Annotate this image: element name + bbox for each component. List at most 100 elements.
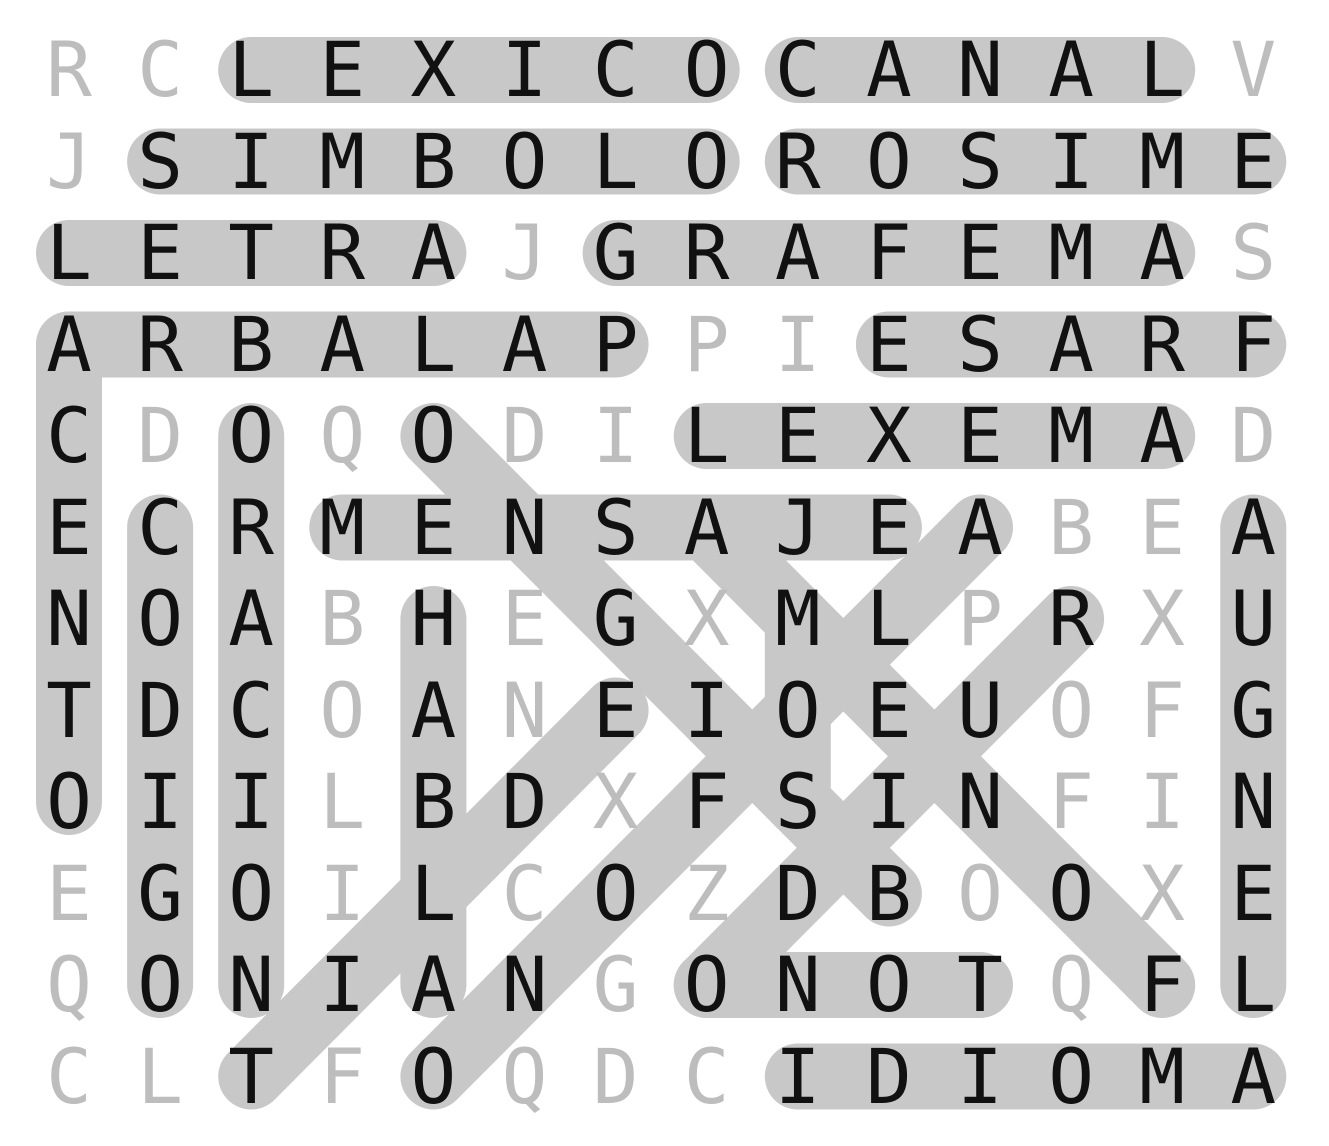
grid-cell[interactable]: A xyxy=(1116,207,1208,299)
grid-cell[interactable]: E xyxy=(1207,848,1299,940)
grid-cell[interactable]: O xyxy=(1025,665,1117,757)
grid-cell[interactable]: E xyxy=(934,207,1026,299)
grid-cell[interactable]: R xyxy=(661,207,753,299)
grid-cell[interactable]: I xyxy=(205,116,297,208)
grid-cell[interactable]: U xyxy=(1207,573,1299,665)
grid-cell[interactable]: Z xyxy=(661,848,753,940)
grid-cell[interactable]: O xyxy=(479,116,571,208)
grid-cell[interactable]: A xyxy=(1207,482,1299,574)
grid-cell[interactable]: F xyxy=(1116,939,1208,1031)
grid-cell[interactable]: O xyxy=(387,1031,479,1123)
grid-cell[interactable]: M xyxy=(296,116,388,208)
grid-cell[interactable]: D xyxy=(114,665,206,757)
grid-cell[interactable]: E xyxy=(479,573,571,665)
grid-cell[interactable]: A xyxy=(479,299,571,391)
grid-cell[interactable]: S xyxy=(752,756,844,848)
grid-cell[interactable]: D xyxy=(1207,390,1299,482)
grid-cell[interactable]: C xyxy=(570,24,662,116)
grid-cell[interactable]: I xyxy=(479,24,571,116)
grid-cell[interactable]: F xyxy=(1025,756,1117,848)
grid-cell[interactable]: G xyxy=(570,939,662,1031)
grid-cell[interactable]: I xyxy=(1116,756,1208,848)
grid-cell[interactable]: A xyxy=(752,207,844,299)
grid-cell[interactable]: X xyxy=(661,573,753,665)
grid-cell[interactable]: Q xyxy=(479,1031,571,1123)
grid-cell[interactable]: R xyxy=(1116,299,1208,391)
grid-cell[interactable]: L xyxy=(1116,24,1208,116)
grid-cell[interactable]: A xyxy=(387,207,479,299)
grid-cell[interactable]: A xyxy=(1116,390,1208,482)
grid-cell[interactable]: A xyxy=(1025,299,1117,391)
grid-cell[interactable]: L xyxy=(661,390,753,482)
grid-cell[interactable]: C xyxy=(752,24,844,116)
grid-cell[interactable]: L xyxy=(296,756,388,848)
grid-cell[interactable]: A xyxy=(1207,1031,1299,1123)
grid-cell[interactable]: X xyxy=(1116,848,1208,940)
grid-cell[interactable]: N xyxy=(479,482,571,574)
grid-cell[interactable]: O xyxy=(296,665,388,757)
grid-cell[interactable]: M xyxy=(1025,207,1117,299)
grid-cell[interactable]: N xyxy=(205,939,297,1031)
grid-cell[interactable]: S xyxy=(934,299,1026,391)
grid-cell[interactable]: L xyxy=(1207,939,1299,1031)
grid-cell[interactable]: L xyxy=(114,1031,206,1123)
grid-cell[interactable]: C xyxy=(479,848,571,940)
grid-cell[interactable]: I xyxy=(934,1031,1026,1123)
grid-cell[interactable]: X xyxy=(1116,573,1208,665)
grid-cell[interactable]: O xyxy=(114,939,206,1031)
grid-cell[interactable]: L xyxy=(387,299,479,391)
grid-cell[interactable]: S xyxy=(114,116,206,208)
grid-cell[interactable]: G xyxy=(570,207,662,299)
grid-cell[interactable]: A xyxy=(843,24,935,116)
grid-cell[interactable]: C xyxy=(114,482,206,574)
grid-cell[interactable]: M xyxy=(1116,1031,1208,1123)
grid-cell[interactable]: L xyxy=(205,24,297,116)
grid-cell[interactable]: N xyxy=(1207,756,1299,848)
grid-cell[interactable]: X xyxy=(387,24,479,116)
grid-cell[interactable]: M xyxy=(1116,116,1208,208)
grid-cell[interactable]: S xyxy=(570,482,662,574)
grid-cell[interactable]: D xyxy=(843,1031,935,1123)
grid-cell[interactable]: B xyxy=(387,756,479,848)
grid-cell[interactable]: C xyxy=(205,665,297,757)
grid-cell[interactable]: D xyxy=(752,848,844,940)
grid-cell[interactable]: O xyxy=(387,390,479,482)
grid-cell[interactable]: R xyxy=(1025,573,1117,665)
grid-cell[interactable]: B xyxy=(387,116,479,208)
grid-cell[interactable]: T xyxy=(205,1031,297,1123)
grid-cell[interactable]: N xyxy=(23,573,115,665)
grid-cell[interactable]: R xyxy=(23,24,115,116)
grid-cell[interactable]: Q xyxy=(1025,939,1117,1031)
grid-cell[interactable]: E xyxy=(296,24,388,116)
grid-cell[interactable]: E xyxy=(843,482,935,574)
grid-cell[interactable]: N xyxy=(479,665,571,757)
grid-cell[interactable]: S xyxy=(1207,207,1299,299)
grid-cell[interactable]: A xyxy=(205,573,297,665)
grid-cell[interactable]: E xyxy=(752,390,844,482)
grid-cell[interactable]: Q xyxy=(296,390,388,482)
grid-cell[interactable]: I xyxy=(114,756,206,848)
grid-cell[interactable]: E xyxy=(1207,116,1299,208)
grid-cell[interactable]: X xyxy=(843,390,935,482)
grid-cell[interactable]: E xyxy=(843,299,935,391)
grid-cell[interactable]: G xyxy=(570,573,662,665)
grid-cell[interactable]: O xyxy=(205,390,297,482)
grid-cell[interactable]: D xyxy=(479,390,571,482)
grid-cell[interactable]: E xyxy=(387,482,479,574)
grid-cell[interactable]: M xyxy=(1025,390,1117,482)
grid-cell[interactable]: N xyxy=(479,939,571,1031)
grid-cell[interactable]: M xyxy=(752,573,844,665)
grid-cell[interactable]: R xyxy=(296,207,388,299)
grid-cell[interactable]: A xyxy=(661,482,753,574)
grid-cell[interactable]: A xyxy=(387,665,479,757)
grid-cell[interactable]: J xyxy=(752,482,844,574)
grid-cell[interactable]: P xyxy=(934,573,1026,665)
grid-cell[interactable]: E xyxy=(23,482,115,574)
grid-cell[interactable]: Q xyxy=(23,939,115,1031)
grid-cell[interactable]: O xyxy=(661,939,753,1031)
grid-cell[interactable]: A xyxy=(23,299,115,391)
grid-cell[interactable]: T xyxy=(23,665,115,757)
grid-cell[interactable]: C xyxy=(114,24,206,116)
grid-cell[interactable]: C xyxy=(23,1031,115,1123)
grid-cell[interactable]: L xyxy=(23,207,115,299)
